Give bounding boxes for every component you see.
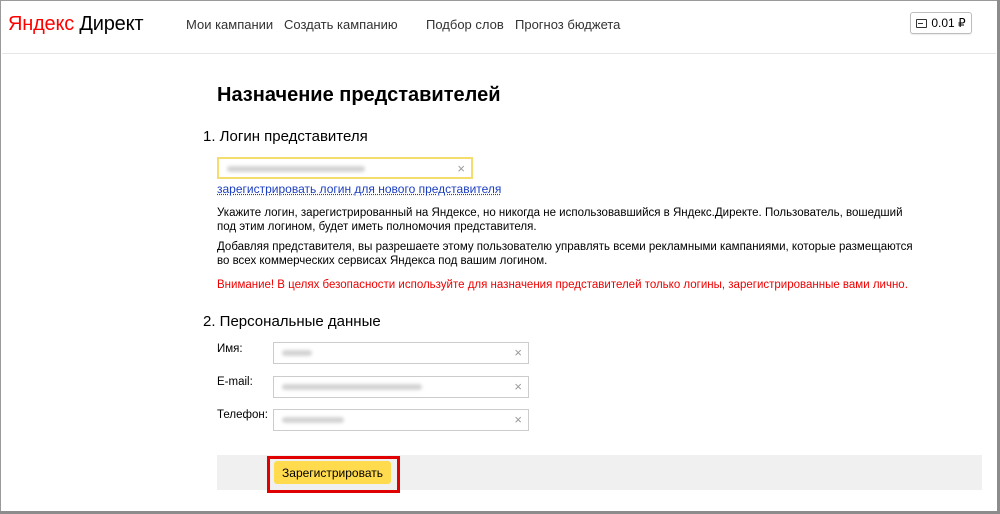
register-button[interactable]: Зарегистрировать — [274, 461, 391, 484]
clear-icon[interactable]: × — [457, 161, 465, 177]
section-login-title: 1. Логин представителя — [203, 128, 368, 145]
page-title: Назначение представителей — [217, 84, 501, 106]
name-input[interactable]: × — [273, 342, 529, 364]
balance-button[interactable]: 0.01 ₽ — [910, 12, 972, 34]
phone-input[interactable]: × — [273, 409, 529, 431]
blurred-value — [227, 166, 365, 172]
nav-create-campaign[interactable]: Создать кампанию — [284, 17, 398, 32]
clear-icon[interactable]: × — [514, 379, 522, 395]
phone-label: Телефон: — [217, 409, 268, 421]
blurred-value — [282, 384, 422, 390]
header-divider — [2, 53, 996, 54]
register-new-login-link[interactable]: зарегистрировать логин для нового предст… — [217, 182, 501, 196]
yandex-direct-logo[interactable]: Яндекс Директ — [8, 13, 144, 36]
nav-keyword-selection[interactable]: Подбор слов — [426, 17, 504, 32]
blurred-value — [282, 417, 344, 423]
section-personal-title: 2. Персональные данные — [203, 313, 381, 330]
balance-amount: 0.01 ₽ — [931, 16, 966, 30]
wallet-icon — [916, 18, 928, 28]
permission-notice: Добавляя представителя, вы разрешаете эт… — [217, 241, 913, 267]
representative-login-input[interactable]: × — [217, 157, 473, 179]
security-warning: Внимание! В целях безопасности используй… — [217, 279, 908, 291]
logo-direct-text: Директ — [74, 13, 144, 35]
logo-yandex-text: Яндекс — [8, 13, 75, 35]
blurred-value — [282, 350, 312, 356]
email-input[interactable]: × — [273, 376, 529, 398]
nav-my-campaigns[interactable]: Мои кампании — [186, 17, 273, 32]
email-label: E-mail: — [217, 376, 253, 388]
clear-icon[interactable]: × — [514, 345, 522, 361]
name-label: Имя: — [217, 343, 243, 355]
login-instructions: Укажите логин, зарегистрированный на Янд… — [217, 207, 903, 233]
clear-icon[interactable]: × — [514, 412, 522, 428]
nav-budget-forecast[interactable]: Прогноз бюджета — [515, 17, 620, 32]
